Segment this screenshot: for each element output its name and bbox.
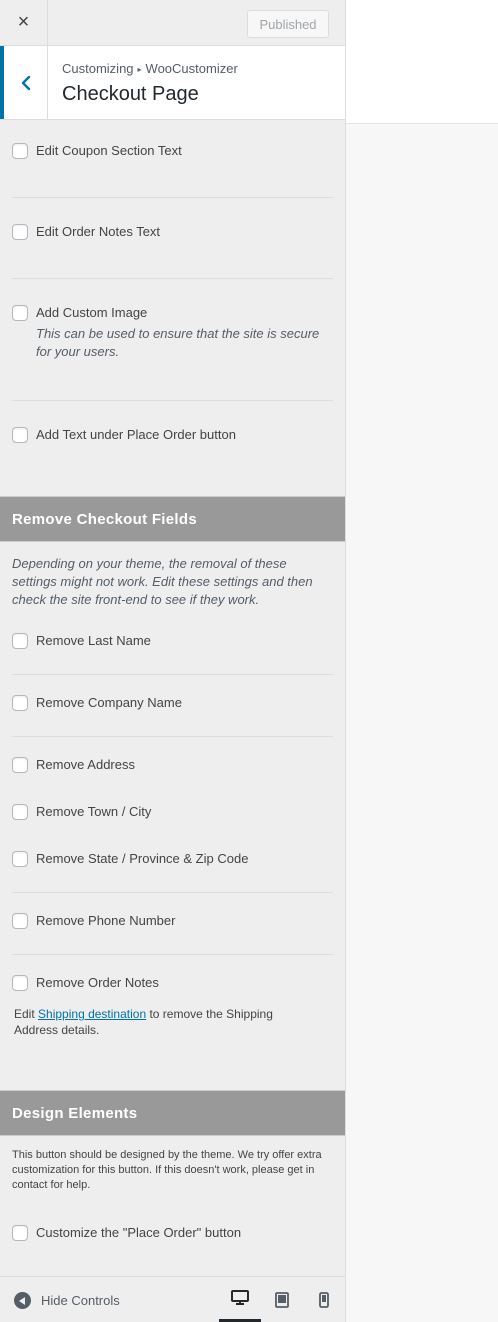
remove-address-label: Remove Address bbox=[36, 757, 135, 772]
back-button[interactable] bbox=[0, 46, 48, 119]
custom-image-checkbox[interactable] bbox=[12, 305, 28, 321]
close-button[interactable]: × bbox=[0, 0, 48, 45]
breadcrumb-root: Customizing bbox=[62, 61, 134, 76]
divider bbox=[12, 278, 333, 279]
breadcrumb-separator-icon: ▸ bbox=[137, 65, 142, 74]
order-notes-text-label: Edit Order Notes Text bbox=[36, 224, 161, 239]
place-order-text-label: Add Text under Place Order button bbox=[36, 427, 236, 442]
site-preview bbox=[346, 0, 498, 1322]
custom-image-description: This can be used to ensure that the site… bbox=[36, 326, 320, 359]
page-title: Checkout Page bbox=[62, 83, 199, 105]
remove-fields-note: Depending on your theme, the removal of … bbox=[12, 556, 313, 607]
remove-address-checkbox[interactable] bbox=[12, 757, 28, 773]
divider bbox=[12, 736, 333, 737]
coupon-text-label: Edit Coupon Section Text bbox=[36, 143, 182, 158]
order-notes-text-checkbox[interactable] bbox=[12, 224, 28, 240]
remove-company-checkbox[interactable] bbox=[12, 695, 28, 711]
hide-controls-button[interactable]: Hide Controls bbox=[14, 1292, 120, 1309]
design-elements-note: This button should be designed by the th… bbox=[12, 1149, 322, 1191]
customizer-header: × Published bbox=[0, 0, 345, 46]
mobile-preview-button[interactable] bbox=[303, 1277, 345, 1322]
design-elements-heading: Design Elements bbox=[0, 1090, 345, 1136]
desktop-icon bbox=[231, 1290, 249, 1305]
customizer-panel: × Published Customizing ▸ WooCustomizer Ch… bbox=[0, 0, 346, 1322]
remove-phone-checkbox[interactable] bbox=[12, 913, 28, 929]
breadcrumb-leaf: WooCustomizer bbox=[145, 61, 238, 76]
divider bbox=[12, 197, 333, 198]
remove-state-zip-checkbox[interactable] bbox=[12, 851, 28, 867]
divider bbox=[12, 400, 333, 401]
remove-town-checkbox[interactable] bbox=[12, 804, 28, 820]
place-order-button-checkbox[interactable] bbox=[12, 1225, 28, 1241]
shipping-note: Edit Shipping destination to remove the … bbox=[14, 1006, 314, 1038]
remove-phone-label: Remove Phone Number bbox=[36, 913, 176, 928]
place-order-text-checkbox[interactable] bbox=[12, 427, 28, 443]
remove-fields-heading: Remove Checkout Fields bbox=[0, 496, 345, 542]
remove-town-label: Remove Town / City bbox=[36, 804, 152, 819]
remove-company-label: Remove Company Name bbox=[36, 695, 182, 710]
preview-header bbox=[346, 0, 498, 124]
tablet-icon bbox=[275, 1292, 289, 1308]
mobile-icon bbox=[319, 1292, 329, 1308]
shipping-destination-link[interactable]: Shipping destination bbox=[38, 1007, 146, 1021]
remove-last-name-label: Remove Last Name bbox=[36, 633, 151, 648]
remove-order-notes-label: Remove Order Notes bbox=[36, 975, 159, 990]
customizer-footer: Hide Controls bbox=[0, 1276, 345, 1322]
shipping-note-prefix: Edit bbox=[14, 1007, 35, 1021]
custom-image-label: Add Custom Image bbox=[36, 305, 148, 320]
divider bbox=[12, 674, 333, 675]
desktop-preview-button[interactable] bbox=[219, 1277, 261, 1322]
divider bbox=[12, 892, 333, 893]
section-header: Customizing ▸ WooCustomizer Checkout Page bbox=[0, 46, 345, 120]
collapse-arrow-icon bbox=[14, 1292, 31, 1309]
breadcrumb: Customizing ▸ WooCustomizer bbox=[62, 61, 238, 76]
chevron-left-icon bbox=[21, 75, 30, 90]
tablet-preview-button[interactable] bbox=[261, 1277, 303, 1322]
coupon-text-checkbox[interactable] bbox=[12, 143, 28, 159]
place-order-button-label: Customize the "Place Order" button bbox=[36, 1225, 242, 1240]
hide-controls-label: Hide Controls bbox=[41, 1293, 120, 1308]
remove-state-zip-label: Remove State / Province & Zip Code bbox=[36, 851, 249, 866]
close-icon: × bbox=[17, 11, 30, 33]
divider bbox=[12, 954, 333, 955]
remove-last-name-checkbox[interactable] bbox=[12, 633, 28, 649]
remove-order-notes-checkbox[interactable] bbox=[12, 975, 28, 991]
publish-label: Published bbox=[259, 16, 317, 32]
publish-button[interactable]: Published bbox=[247, 10, 329, 38]
